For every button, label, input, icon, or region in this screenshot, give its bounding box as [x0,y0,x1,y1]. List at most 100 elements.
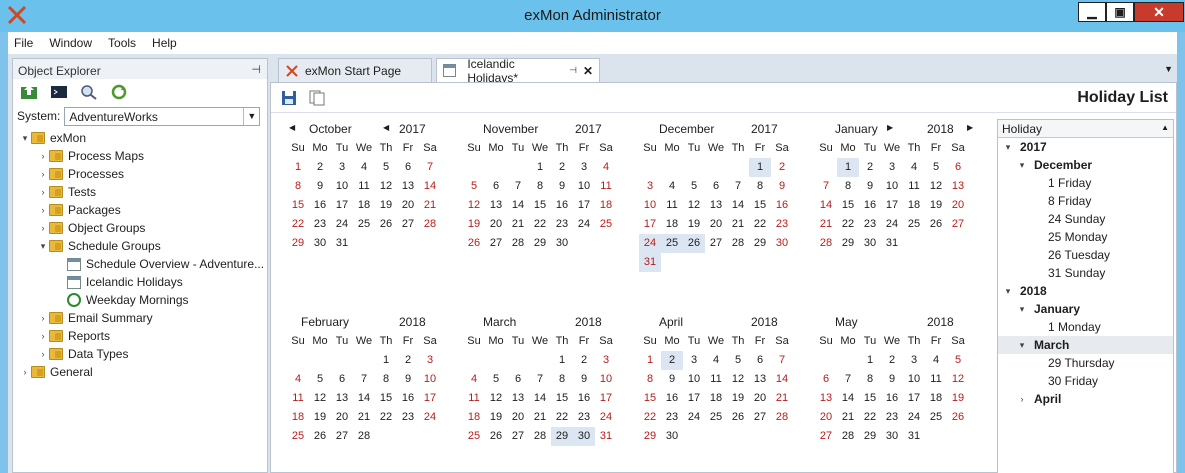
chevron-down-icon[interactable]: ▾ [37,241,49,252]
day-cell[interactable]: 23 [309,215,331,234]
day-cell[interactable]: 7 [353,370,375,389]
day-cell[interactable]: 6 [705,177,727,196]
day-cell[interactable]: 11 [353,177,375,196]
tree-node[interactable]: › Email Summary [13,309,267,327]
day-cell[interactable]: 9 [551,177,573,196]
day-cell[interactable]: 12 [947,370,969,389]
day-cell[interactable]: 19 [463,215,485,234]
chevron-down-icon[interactable]: ▾ [19,133,31,144]
day-cell[interactable]: 18 [925,389,947,408]
chevron-right-icon[interactable]: › [37,313,49,323]
day-cell[interactable]: 4 [705,351,727,370]
day-cell[interactable]: 12 [727,370,749,389]
day-cell[interactable]: 11 [661,196,683,215]
day-cell[interactable]: 16 [573,389,595,408]
day-cell[interactable]: 23 [661,408,683,427]
day-cell[interactable]: 14 [727,196,749,215]
holiday-day-cell[interactable]: 24 [639,234,661,253]
day-cell[interactable]: 12 [485,389,507,408]
day-cell[interactable]: 3 [683,351,705,370]
day-cell[interactable]: 8 [639,370,661,389]
day-cell[interactable]: 28 [837,427,859,446]
day-cell[interactable]: 13 [331,389,353,408]
minimize-button[interactable]: ▁ [1078,2,1106,22]
day-cell[interactable]: 4 [353,158,375,177]
maximize-button[interactable]: ▣ [1106,2,1134,22]
tree-node[interactable]: › Tests [13,183,267,201]
day-cell[interactable]: 21 [353,408,375,427]
day-cell[interactable]: 19 [375,196,397,215]
copy-button[interactable] [307,89,327,107]
day-cell[interactable]: 8 [837,177,859,196]
day-cell[interactable]: 11 [463,389,485,408]
day-cell[interactable]: 24 [419,408,441,427]
day-cell[interactable]: 15 [529,196,551,215]
day-cell[interactable]: 9 [859,177,881,196]
day-cell[interactable]: 8 [287,177,309,196]
day-cell[interactable]: 30 [859,234,881,253]
day-cell[interactable]: 18 [661,215,683,234]
next-year-icon[interactable]: ▶ [967,123,973,132]
day-cell[interactable]: 5 [947,351,969,370]
day-cell[interactable]: 5 [925,158,947,177]
day-cell[interactable]: 5 [375,158,397,177]
day-cell[interactable]: 3 [881,158,903,177]
day-cell[interactable]: 2 [881,351,903,370]
day-cell[interactable]: 19 [309,408,331,427]
day-cell[interactable]: 15 [375,389,397,408]
save-button[interactable] [279,89,299,107]
tree-node[interactable]: › Data Types [13,345,267,363]
day-cell[interactable]: 13 [705,196,727,215]
day-cell[interactable]: 20 [485,215,507,234]
day-cell[interactable]: 14 [815,196,837,215]
day-cell[interactable]: 7 [771,351,793,370]
day-cell[interactable]: 4 [287,370,309,389]
menu-help[interactable]: Help [152,32,185,54]
day-cell[interactable]: 29 [287,234,309,253]
day-cell[interactable]: 25 [705,408,727,427]
chevron-right-icon[interactable]: › [37,187,49,197]
holiday-day-cell[interactable]: 1 [749,158,771,177]
day-cell[interactable]: 29 [529,234,551,253]
day-cell[interactable]: 29 [837,234,859,253]
day-cell[interactable]: 21 [727,215,749,234]
day-cell[interactable]: 2 [309,158,331,177]
chevron-right-icon[interactable]: › [37,205,49,215]
search-button[interactable] [79,83,99,101]
day-cell[interactable]: 19 [727,389,749,408]
chevron-right-icon[interactable]: › [19,367,31,377]
day-cell[interactable]: 15 [287,196,309,215]
day-cell[interactable]: 8 [375,370,397,389]
holiday-item[interactable]: 26 Tuesday [998,246,1173,264]
day-cell[interactable]: 14 [507,196,529,215]
day-cell[interactable]: 9 [573,370,595,389]
day-cell[interactable]: 14 [837,389,859,408]
day-cell[interactable]: 22 [837,215,859,234]
day-cell[interactable]: 6 [397,158,419,177]
chevron-right-icon[interactable]: › [1016,394,1028,404]
day-cell[interactable]: 31 [595,427,617,446]
holiday-group[interactable]: ▾ 2018 [998,282,1173,300]
holiday-group[interactable]: › April [998,390,1173,408]
day-cell[interactable]: 18 [353,196,375,215]
day-cell[interactable]: 25 [353,215,375,234]
day-cell[interactable]: 26 [485,427,507,446]
prev-year-icon[interactable]: ◀ [383,123,389,132]
day-cell[interactable]: 15 [551,389,573,408]
tree-node[interactable]: Weekday Mornings [13,291,267,309]
day-cell[interactable]: 21 [507,215,529,234]
day-cell[interactable]: 4 [903,158,925,177]
day-cell[interactable]: 26 [925,215,947,234]
holiday-day-cell[interactable]: 2 [661,351,683,370]
next-month-icon[interactable]: ▶ [887,123,893,132]
day-cell[interactable]: 24 [683,408,705,427]
day-cell[interactable]: 4 [661,177,683,196]
day-cell[interactable]: 9 [397,370,419,389]
day-cell[interactable]: 29 [749,234,771,253]
day-cell[interactable]: 22 [551,408,573,427]
day-cell[interactable]: 31 [331,234,353,253]
day-cell[interactable]: 14 [353,389,375,408]
holiday-item[interactable]: 1 Friday [998,174,1173,192]
day-cell[interactable]: 20 [705,215,727,234]
day-cell[interactable]: 2 [551,158,573,177]
